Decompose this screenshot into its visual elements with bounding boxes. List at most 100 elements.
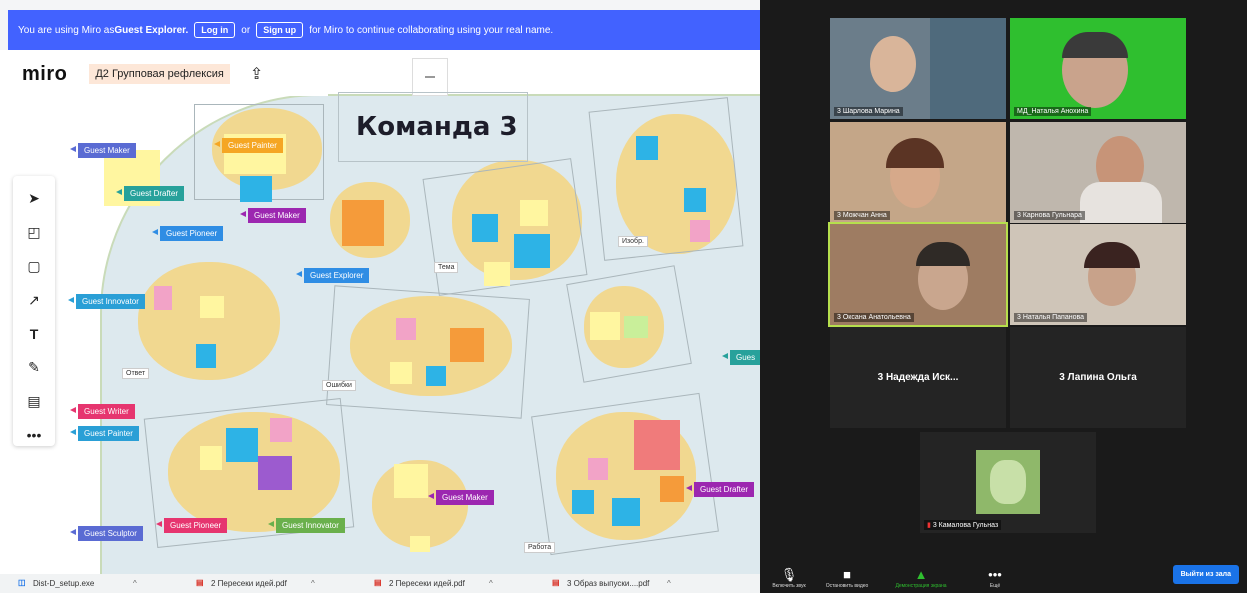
participant-tile[interactable]: 3 Карнова Гульнара (1010, 122, 1186, 223)
sticky-note[interactable] (684, 188, 706, 212)
more-icon[interactable]: ••• (23, 424, 45, 446)
sticky-note[interactable] (634, 420, 680, 470)
sticky-note[interactable] (226, 428, 258, 462)
sticky-note[interactable] (450, 328, 484, 362)
participant-hair (916, 242, 970, 266)
board-label: Работа (524, 542, 556, 553)
cursor-icon[interactable]: ➤ (23, 188, 45, 210)
sticky-note[interactable] (588, 458, 608, 480)
board-label: Тема (434, 262, 459, 273)
collaborator-cursor: Guest Explorer (295, 268, 370, 283)
sticky-note[interactable] (590, 312, 620, 340)
collaborator-cursor: Guest Innovator (68, 294, 145, 309)
downloads-bar: ◫ Dist-D_setup.exe ^ ▤ 2 Пересеки идей.p… (0, 574, 760, 593)
collaborator-cursor: Guest Painter (214, 138, 283, 153)
marker-icon[interactable]: ✎ (23, 357, 45, 379)
collaborator-cursor: Guest Writer (70, 404, 135, 419)
download-item[interactable]: ▤ 3 Образ выпуски....pdf ^ (552, 578, 712, 590)
guest-banner: You are using Miro as Guest Explorer. Lo… (8, 10, 760, 50)
participant-name: 3 Наталья Папанова (1014, 313, 1088, 322)
pen-icon[interactable]: ↗ (23, 289, 45, 311)
sticky-note[interactable] (258, 456, 292, 490)
sticky-note[interactable] (572, 490, 594, 514)
sticky-note[interactable] (200, 446, 222, 470)
background-wall (930, 18, 1006, 119)
sticky-note[interactable] (690, 220, 710, 242)
sticky-note[interactable] (660, 476, 684, 502)
zoom-pane: 3 Шарлова Марина МД_Наталья Анохина 3 Мо… (760, 0, 1247, 593)
chevron-up-icon[interactable]: ^ (667, 579, 671, 588)
region-frame (531, 392, 719, 556)
sticky-note[interactable] (240, 176, 272, 202)
sticky-note[interactable] (396, 318, 416, 340)
collaborator-cursor: Guest Pioneer (151, 226, 224, 241)
sticky-note[interactable] (342, 200, 384, 246)
collaborator-cursor: Guest Pioneer (155, 518, 228, 533)
sticky-note[interactable] (636, 136, 658, 160)
share-screen-button[interactable]: ▲ Демонстрация экрана (876, 567, 966, 589)
collaborator-cursor: Guest Maker (240, 208, 306, 223)
collaborator-cursor: Gues (721, 350, 760, 365)
sticky-note[interactable] (390, 362, 412, 384)
control-label: Остановить видео (825, 583, 869, 589)
download-item[interactable]: ▤ 2 Пересеки идей.pdf ^ (196, 578, 356, 590)
participant-tile[interactable]: МД_Наталья Анохина (1010, 18, 1186, 119)
leave-meeting-button[interactable]: Выйти из зала (1172, 565, 1239, 584)
sticky-note-icon[interactable]: ◰ (23, 222, 45, 244)
collaborator-cursor: Guest Drafter (685, 482, 755, 497)
upload-icon[interactable]: ⇪ (250, 64, 263, 84)
pdf-icon: ▤ (196, 577, 204, 587)
board-label: Ошибки (322, 380, 356, 391)
chevron-up-icon[interactable]: ^ (133, 579, 137, 588)
miro-pane: You are using Miro as Guest Explorer. Lo… (0, 0, 760, 574)
sticky-note[interactable] (472, 214, 498, 242)
avatar (976, 450, 1040, 514)
participant-tile[interactable]: ▮ 3 Камалова Гульназ (920, 432, 1096, 533)
participant-name: ▮ 3 Камалова Гульназ (924, 520, 1002, 530)
participant-tile[interactable]: 3 Можчан Анна (830, 122, 1006, 223)
participant-tile[interactable]: 3 Надежда Иск... (830, 327, 1006, 428)
sticky-note[interactable] (154, 286, 172, 310)
region-frame (588, 97, 744, 261)
participant-tile[interactable]: 3 Наталья Папанова (1010, 224, 1186, 325)
download-item[interactable]: ▤ 2 Пересеки идей.pdf ^ (374, 578, 534, 590)
frame-icon[interactable]: ▢ (23, 256, 45, 278)
mute-button[interactable]: 🎙 Включить звук (760, 567, 818, 589)
sticky-note[interactable] (624, 316, 648, 338)
control-label: Включить звук (772, 583, 806, 589)
participant-hair (886, 138, 944, 168)
banner-or: or (241, 24, 251, 36)
participant-name: 3 Карнова Гульнара (1014, 211, 1085, 220)
more-icon: ••• (988, 567, 1002, 582)
participant-name: МД_Наталья Анохина (1014, 107, 1092, 116)
participant-name: 3 Оксана Анатольевна (834, 313, 914, 322)
stop-video-button[interactable]: ■ Остановить видео (818, 567, 876, 589)
installer-icon: ◫ (18, 577, 26, 587)
collaborator-cursor: Guest Innovator (268, 518, 345, 533)
sticky-note[interactable] (200, 296, 224, 318)
sticky-note[interactable] (270, 418, 292, 442)
sticky-note[interactable] (410, 536, 430, 552)
collapse-handle[interactable] (412, 58, 448, 96)
more-button[interactable]: ••• Ещё (966, 567, 1024, 589)
banner-suffix: for Miro to continue collaborating using… (309, 24, 554, 36)
sticky-note[interactable] (612, 498, 640, 526)
text-icon[interactable]: T (23, 323, 45, 345)
signup-button[interactable]: Sign up (256, 22, 304, 38)
chevron-up-icon[interactable]: ^ (311, 579, 315, 588)
participant-tile[interactable]: 3 Лапина Ольга (1010, 327, 1186, 428)
sticky-note[interactable] (520, 200, 548, 226)
participant-tile-active-speaker[interactable]: 3 Оксана Анатольевна (828, 222, 1008, 327)
comment-icon[interactable]: ▤ (23, 391, 45, 413)
chevron-up-icon[interactable]: ^ (489, 579, 493, 588)
download-item[interactable]: ◫ Dist-D_setup.exe ^ (18, 578, 178, 590)
camera-icon: ■ (843, 567, 851, 582)
sticky-note[interactable] (426, 366, 446, 386)
sticky-note[interactable] (514, 234, 550, 268)
sticky-note[interactable] (394, 464, 428, 498)
board-name[interactable]: Д2 Групповая рефлексия (89, 64, 230, 84)
sticky-note[interactable] (196, 344, 216, 368)
sticky-note[interactable] (484, 262, 510, 286)
participant-tile[interactable]: 3 Шарлова Марина (830, 18, 1006, 119)
login-button[interactable]: Log in (194, 22, 236, 38)
